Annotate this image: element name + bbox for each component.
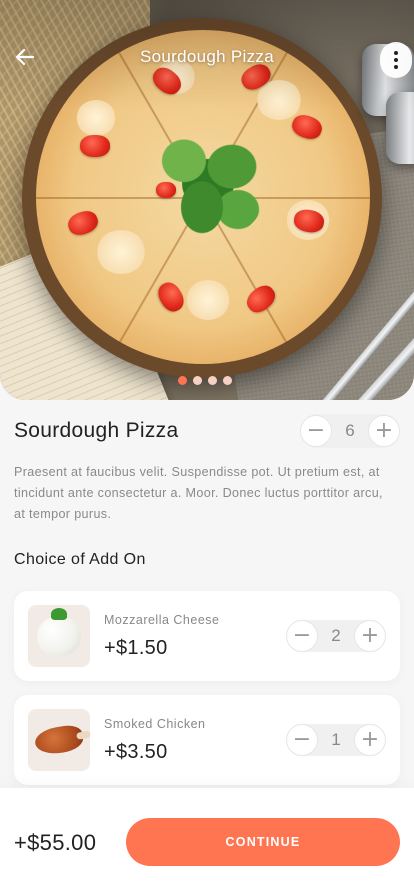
addon-card-mozzarella: Mozzarella Cheese +$1.50 − 2 + bbox=[14, 591, 400, 681]
increment-button[interactable]: + bbox=[354, 724, 386, 756]
quantity-value: 2 bbox=[331, 626, 341, 645]
addon-price: +$1.50 bbox=[104, 637, 168, 659]
decrement-button[interactable]: − bbox=[286, 620, 318, 652]
chicken-image bbox=[33, 723, 85, 757]
addon-price: +$3.50 bbox=[104, 741, 168, 763]
more-vertical-icon bbox=[394, 51, 398, 69]
page-title: Sourdough Pizza bbox=[140, 47, 274, 66]
product-hero-image: Sourdough Pizza bbox=[0, 0, 414, 400]
continue-button[interactable]: CONTINUE bbox=[126, 818, 400, 866]
product-description: Praesent at faucibus velit. Suspendisse … bbox=[14, 465, 383, 521]
quantity-stepper: − 6 + bbox=[300, 414, 400, 448]
addon-quantity-stepper: − 1 + bbox=[286, 724, 386, 756]
checkout-bar: +$55.00 CONTINUE bbox=[0, 788, 414, 896]
addon-quantity-stepper: − 2 + bbox=[286, 620, 386, 652]
mozzarella-image bbox=[37, 608, 81, 656]
addon-thumbnail bbox=[28, 709, 90, 771]
increment-button[interactable]: + bbox=[368, 415, 400, 447]
addon-card-smoked-chicken: Smoked Chicken +$3.50 − 1 + bbox=[14, 695, 400, 785]
addon-section-heading: Choice of Add On bbox=[14, 551, 146, 568]
more-options-button[interactable] bbox=[380, 42, 412, 78]
carousel-dot[interactable] bbox=[223, 376, 232, 385]
carousel-indicator bbox=[178, 376, 232, 385]
increment-button[interactable]: + bbox=[354, 620, 386, 652]
carousel-dot[interactable] bbox=[193, 376, 202, 385]
addon-name: Mozzarella Cheese bbox=[104, 613, 220, 627]
product-name: Sourdough Pizza bbox=[14, 419, 179, 442]
addon-thumbnail bbox=[28, 605, 90, 667]
total-price: +$55.00 bbox=[14, 830, 97, 855]
quantity-value: 1 bbox=[331, 730, 341, 749]
carousel-dot[interactable] bbox=[178, 376, 187, 385]
addon-name: Smoked Chicken bbox=[104, 717, 206, 731]
decrement-button[interactable]: − bbox=[286, 724, 318, 756]
carousel-dot[interactable] bbox=[208, 376, 217, 385]
quantity-value: 6 bbox=[345, 421, 355, 440]
decrement-button[interactable]: − bbox=[300, 415, 332, 447]
